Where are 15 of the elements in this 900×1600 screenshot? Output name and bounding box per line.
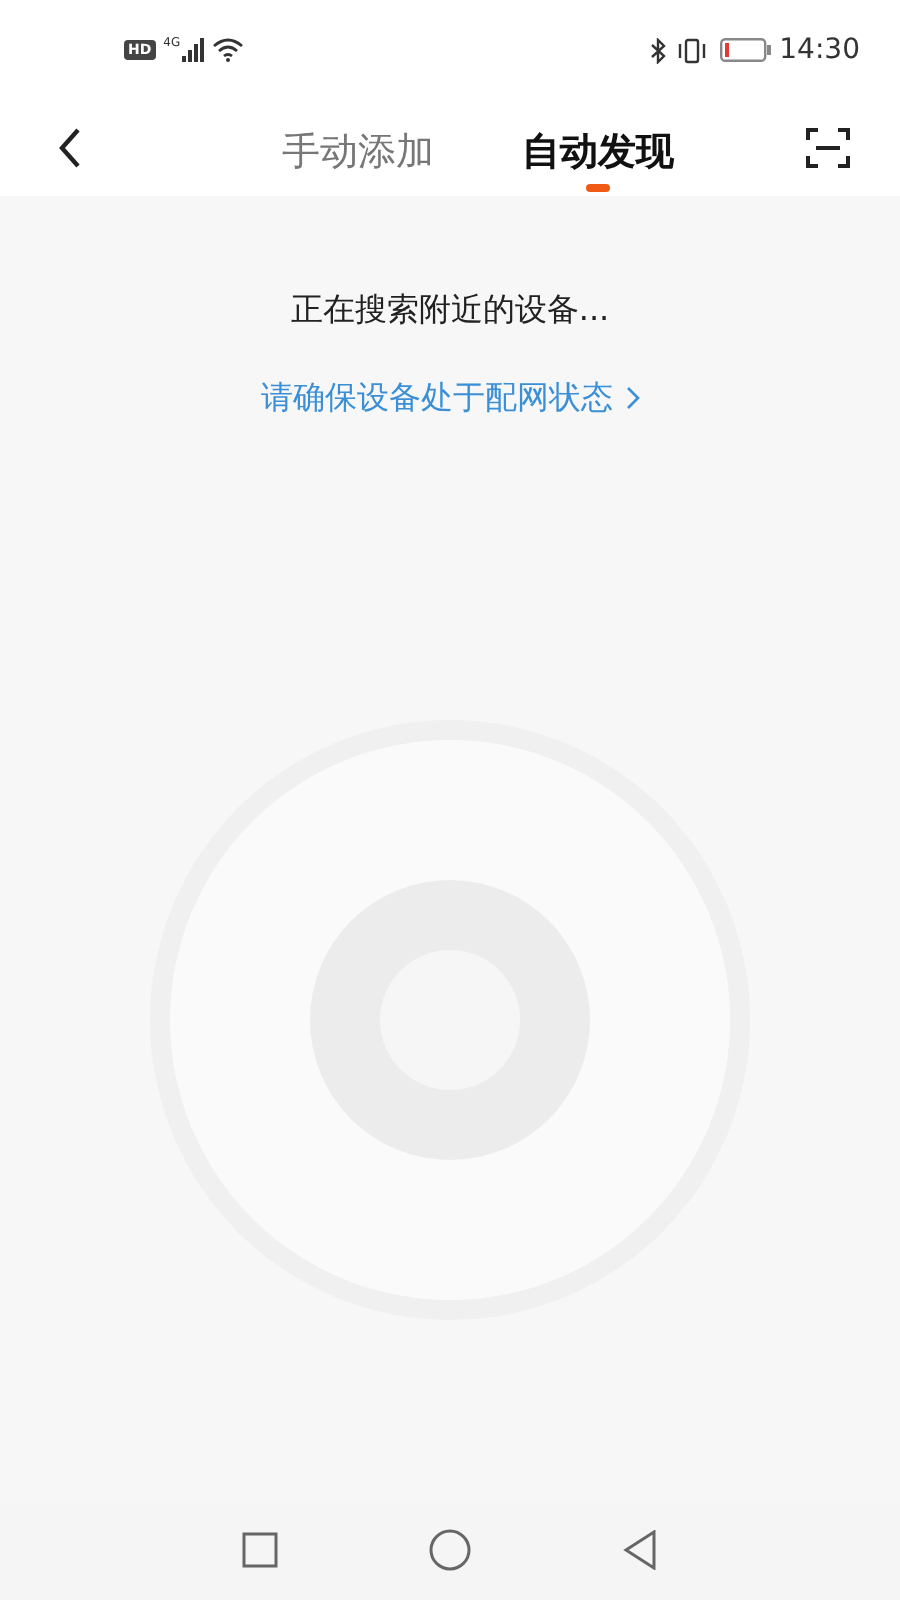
scan-button[interactable] (804, 124, 852, 172)
status-time: 14:30 (779, 31, 860, 69)
bluetooth-icon (649, 37, 666, 63)
wifi-icon (212, 38, 245, 62)
network-hint-link[interactable]: 请确保设备处于配网状态 (261, 374, 639, 422)
battery-icon (719, 38, 772, 62)
searching-text: 正在搜索附近的设备... (290, 288, 610, 332)
tab[interactable]: 自动发现 (522, 104, 674, 192)
signal-icon (182, 38, 207, 62)
tab[interactable]: 手动添加 (282, 104, 434, 192)
chevron-right-icon (625, 386, 639, 410)
back-nav-button[interactable] (622, 1530, 658, 1570)
recents-button[interactable] (242, 1532, 278, 1568)
home-button[interactable] (428, 1528, 472, 1572)
vibrate-icon (675, 37, 708, 63)
